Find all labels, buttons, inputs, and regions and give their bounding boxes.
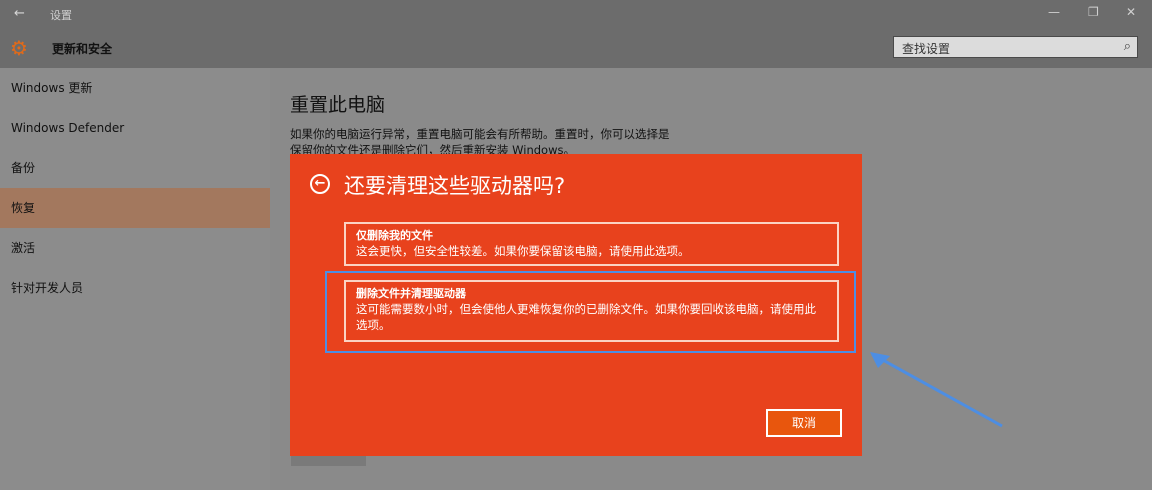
sidebar-item-windows-defender[interactable]: Windows Defender (0, 108, 270, 148)
minimize-icon[interactable]: — (1048, 5, 1060, 19)
back-arrow-icon[interactable]: ← (14, 6, 25, 21)
option-remove-files-only[interactable]: 仅删除我的文件 这会更快，但安全性较差。如果你要保留该电脑，请使用此选项。 (344, 222, 839, 266)
search-icon[interactable]: ⌕ (1124, 39, 1131, 54)
sidebar-item-recovery[interactable]: 恢复 (0, 188, 270, 228)
search-placeholder: 查找设置 (902, 42, 951, 56)
close-icon[interactable]: ✕ (1126, 5, 1136, 19)
header: ⚙ 更新和安全 查找设置 ⌕ (0, 28, 1152, 68)
maximize-icon[interactable]: ❐ (1088, 5, 1099, 19)
sidebar-item-developers[interactable]: 针对开发人员 (0, 268, 270, 308)
gear-icon: ⚙ (10, 36, 28, 60)
search-input[interactable]: 查找设置 ⌕ (893, 36, 1138, 58)
dialog-title: 还要清理这些驱动器吗? (344, 174, 566, 198)
sidebar: Windows 更新 Windows Defender 备份 恢复 激活 针对开… (0, 68, 270, 490)
window-title: 设置 (50, 9, 72, 22)
cancel-button[interactable]: 取消 (766, 409, 842, 437)
section-title: 更新和安全 (52, 42, 113, 56)
pointer-arrow-icon (870, 352, 1003, 428)
title-bar: ← 设置 — ❐ ✕ (0, 0, 1152, 28)
sidebar-item-windows-update[interactable]: Windows 更新 (0, 68, 270, 108)
page-title: 重置此电脑 (290, 94, 386, 116)
focus-highlight (325, 271, 856, 353)
sidebar-item-activation[interactable]: 激活 (0, 228, 270, 268)
option-description: 这会更快，但安全性较差。如果你要保留该电脑，请使用此选项。 (356, 244, 690, 258)
sidebar-item-backup[interactable]: 备份 (0, 148, 270, 188)
option-title: 仅删除我的文件 (356, 229, 433, 242)
back-circle-icon[interactable]: ← (310, 174, 330, 194)
